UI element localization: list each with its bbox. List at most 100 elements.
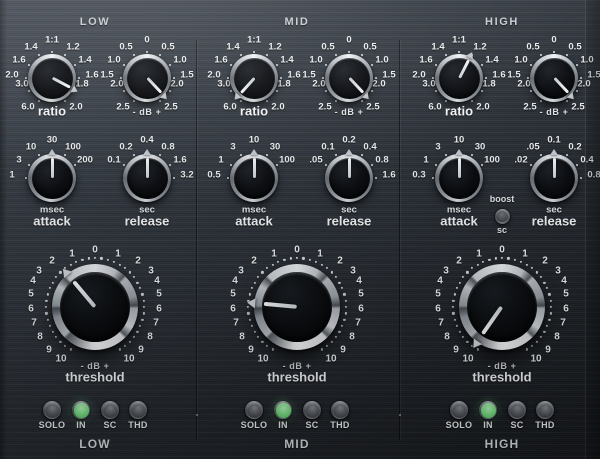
scale-label: 0.2 xyxy=(119,142,132,153)
scale-label: 0.2 xyxy=(342,135,355,146)
band-divider xyxy=(196,40,198,440)
tick-dot xyxy=(435,90,437,92)
release-knob[interactable] xyxy=(530,154,578,202)
release-knob[interactable] xyxy=(325,154,373,202)
band-divider xyxy=(399,40,401,440)
scale-label: 2.5 xyxy=(571,102,584,113)
gain-knob[interactable] xyxy=(123,54,171,102)
tick-dot xyxy=(325,64,327,66)
tick-dot xyxy=(253,51,255,53)
threshold-scale-label: 5 xyxy=(563,289,569,300)
button-face xyxy=(538,403,553,418)
sc-button[interactable] xyxy=(101,401,119,419)
tick-dot xyxy=(514,259,516,261)
tick-dot xyxy=(55,276,57,278)
tick-dot xyxy=(530,164,532,166)
scale-label: 1.8 xyxy=(277,79,290,90)
thd-button[interactable] xyxy=(331,401,349,419)
tick-dot xyxy=(113,261,115,263)
tick-dot xyxy=(343,293,345,295)
tick-dot xyxy=(28,164,30,166)
button-face xyxy=(276,403,291,418)
tick-dot xyxy=(123,90,125,92)
scale-label: 1.4 xyxy=(24,42,37,53)
button-face xyxy=(481,403,496,418)
tick-dot xyxy=(100,257,102,259)
tick-dot xyxy=(38,54,40,56)
scale-label: 0.5 xyxy=(363,42,376,53)
tick-dot xyxy=(141,319,143,321)
tick-dot xyxy=(322,77,324,79)
button-face xyxy=(452,403,467,418)
scale-label: 6.0 xyxy=(223,102,236,113)
solo-button[interactable] xyxy=(450,401,468,419)
in-button[interactable] xyxy=(274,401,292,419)
release-knob[interactable] xyxy=(123,154,171,202)
threshold-scale-label: 6 xyxy=(435,304,441,315)
threshold-scale-label: 3 xyxy=(350,266,356,277)
attack-knob[interactable] xyxy=(28,154,76,202)
tick-dot xyxy=(45,306,47,308)
tick-dot xyxy=(266,345,268,347)
tick-dot xyxy=(481,64,483,66)
scale-label: 0.5 xyxy=(321,42,334,53)
tick-dot xyxy=(277,261,279,263)
tick-dot xyxy=(47,319,49,321)
tick-dot xyxy=(549,300,551,302)
scale-label: 10 xyxy=(249,135,260,146)
in-button[interactable] xyxy=(72,401,90,419)
threshold-scale-label: 2 xyxy=(251,256,257,267)
tick-dot xyxy=(344,300,346,302)
sc-button[interactable] xyxy=(508,401,526,419)
scale-label: 2.0 xyxy=(170,79,183,90)
gain-knob[interactable] xyxy=(325,54,373,102)
threshold-knob[interactable] xyxy=(52,264,138,350)
scale-label: 1.6 xyxy=(419,55,432,66)
solo-button[interactable] xyxy=(43,401,61,419)
scale-label: 2.0 xyxy=(476,102,489,113)
attack-knob[interactable] xyxy=(435,154,483,202)
in-button[interactable] xyxy=(479,401,497,419)
tick-dot xyxy=(371,164,373,166)
scale-label: 0.1 xyxy=(547,135,560,146)
threshold-knob[interactable] xyxy=(459,264,545,350)
tick-dot xyxy=(525,348,527,350)
tick-dot xyxy=(266,100,268,102)
tick-dot xyxy=(435,64,437,66)
threshold-label: threshold xyxy=(65,370,124,385)
solo-button[interactable] xyxy=(245,401,263,419)
scale-label: 100 xyxy=(279,155,295,166)
thd-button[interactable] xyxy=(536,401,554,419)
attack-knob[interactable] xyxy=(230,154,278,202)
ratio-knob[interactable] xyxy=(230,54,278,102)
thd-button[interactable] xyxy=(129,401,147,419)
boost-button[interactable] xyxy=(495,209,510,224)
threshold-knob[interactable] xyxy=(254,264,340,350)
tick-dot xyxy=(64,345,66,347)
ratio-knob[interactable] xyxy=(28,54,76,102)
button-label: IN xyxy=(76,420,86,430)
scale-label: 1.5 xyxy=(507,70,520,81)
threshold-scale-label: 0 xyxy=(294,245,300,256)
threshold-scale-label: 6 xyxy=(358,304,364,315)
ratio-label: ratio xyxy=(38,104,66,119)
tick-dot xyxy=(320,263,322,265)
scale-label: 3 xyxy=(435,142,440,153)
threshold-scale-label: 0 xyxy=(499,245,505,256)
sc-button[interactable] xyxy=(303,401,321,419)
scale-label: 1.0 xyxy=(107,55,120,66)
tick-dot xyxy=(452,300,454,302)
gain-knob[interactable] xyxy=(530,54,578,102)
threshold-scale-label: 0 xyxy=(92,245,98,256)
scale-label: 1.0 xyxy=(173,55,186,66)
ratio-knob[interactable] xyxy=(435,54,483,102)
tick-dot xyxy=(25,177,27,179)
tick-dot xyxy=(454,293,456,295)
button-label: SOLO xyxy=(39,420,66,430)
threshold-scale-label: 4 xyxy=(30,276,36,287)
tick-dot xyxy=(28,90,30,92)
tick-dot xyxy=(471,100,473,102)
tick-dot xyxy=(325,90,327,92)
threshold-scale-label: 10 xyxy=(55,354,66,365)
scale-label: 1.2 xyxy=(268,42,281,53)
